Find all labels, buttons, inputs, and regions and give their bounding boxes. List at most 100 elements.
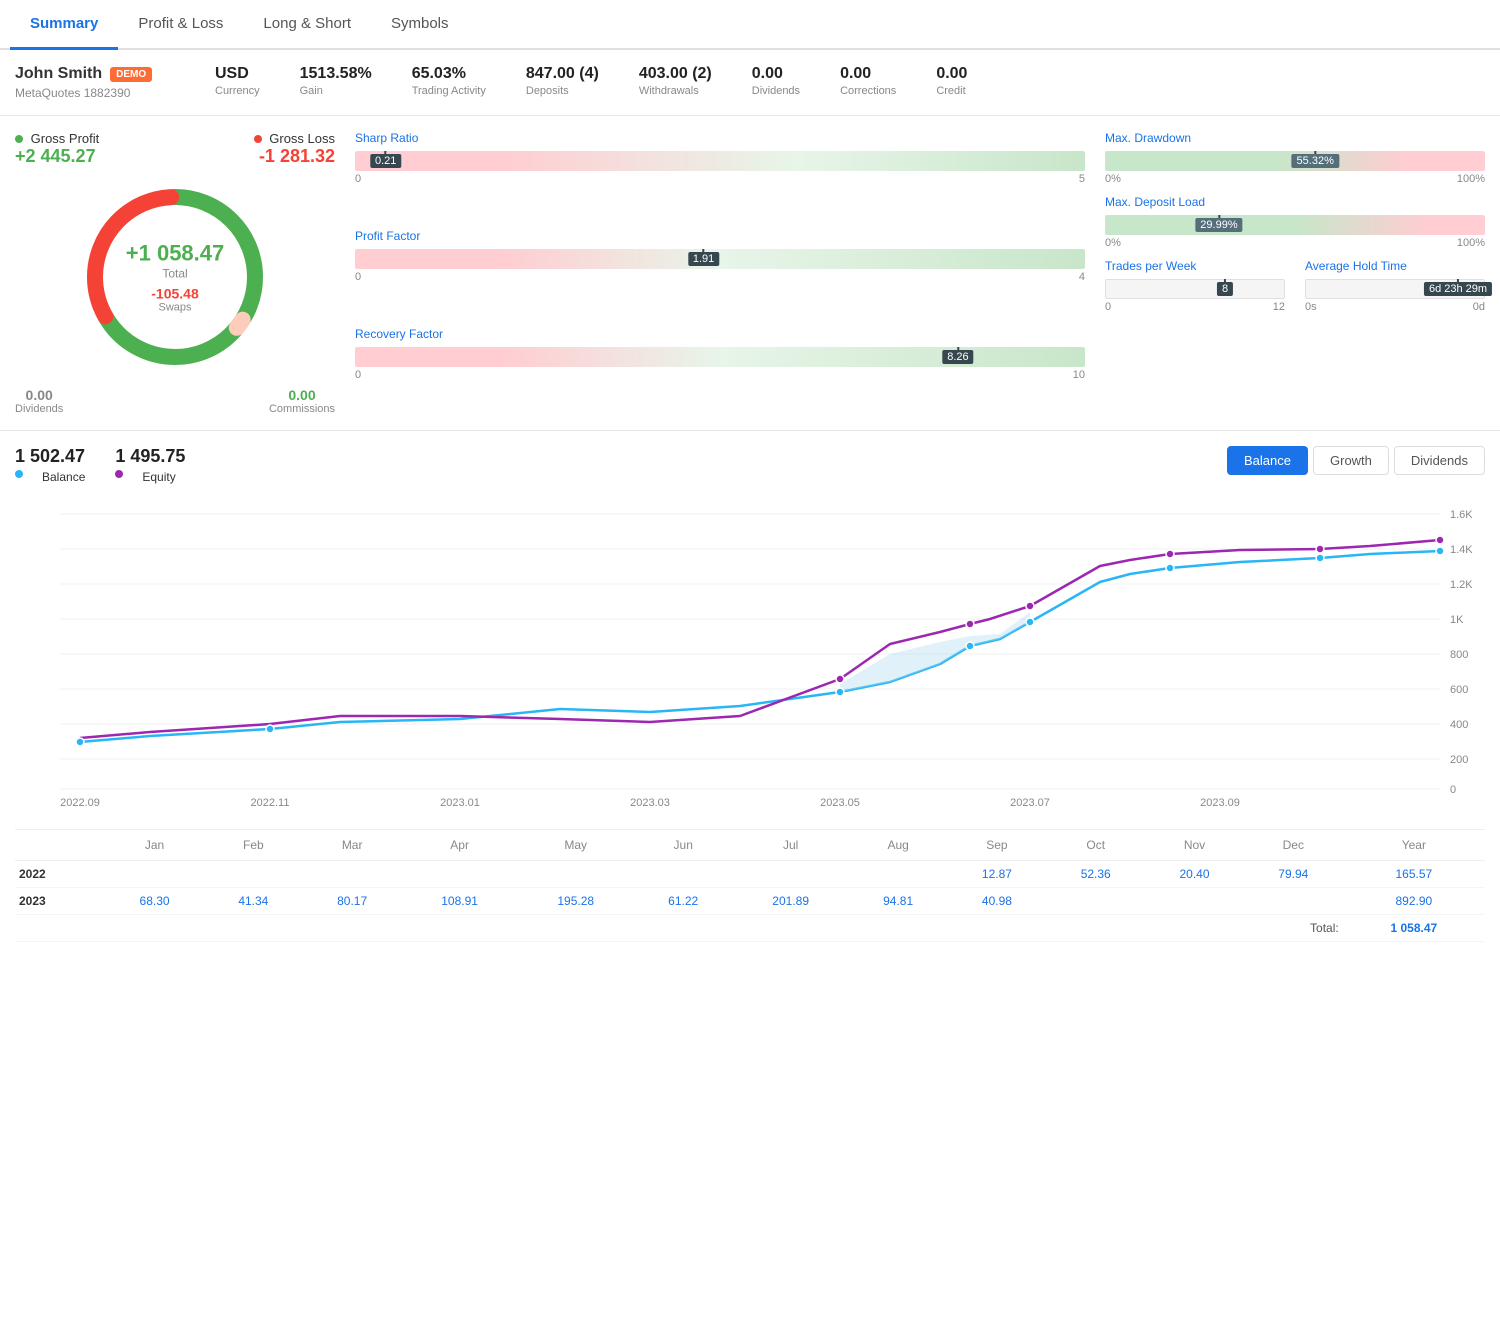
avg-hold-time-max: 0d [1473, 301, 1485, 313]
tab-profit-loss[interactable]: Profit & Loss [118, 0, 243, 50]
col-dec: Dec [1244, 830, 1343, 861]
trades-per-week-marker-value: 8 [1217, 282, 1233, 296]
2023-jul: 201.89 [733, 888, 849, 915]
col-nov: Nov [1145, 830, 1244, 861]
stat-withdrawals-label: Withdrawals [639, 85, 712, 97]
chart-balance-value: 1 502.47 [15, 446, 85, 467]
metrics-section: Sharp Ratio 0.21 0 5 Profit Factor 1.91 [355, 131, 1085, 415]
2022-jan [105, 861, 204, 888]
max-deposit-load-labels: 0% 100% [1105, 237, 1485, 249]
svg-text:600: 600 [1450, 684, 1468, 696]
profit-factor-min: 0 [355, 271, 361, 283]
2023-jan: 68.30 [105, 888, 204, 915]
chart-equity-legend: Equity [115, 470, 185, 484]
sharp-ratio-bar: 0.21 [355, 151, 1085, 171]
svg-text:1.2K: 1.2K [1450, 579, 1473, 591]
stat-gain-label: Gain [300, 85, 372, 97]
main-content: Gross Profit +2 445.27 Gross Loss -1 281… [0, 116, 1500, 431]
2023-apr: 108.91 [402, 888, 518, 915]
stat-credit: 0.00 Credit [936, 65, 967, 97]
chart-btn-growth[interactable]: Growth [1313, 446, 1389, 475]
max-drawdown-title: Max. Drawdown [1105, 131, 1485, 145]
tab-long-short[interactable]: Long & Short [243, 0, 371, 50]
2022-apr [402, 861, 518, 888]
chart-btn-dividends[interactable]: Dividends [1394, 446, 1485, 475]
stat-trading-activity: 65.03% Trading Activity [412, 65, 486, 97]
stat-gain-value: 1513.58% [300, 65, 372, 83]
svg-text:200: 200 [1450, 754, 1468, 766]
2023-jun: 61.22 [634, 888, 733, 915]
donut-swaps-value: -105.48 [126, 286, 224, 302]
stat-gain: 1513.58% Gain [300, 65, 372, 97]
2022-oct: 52.36 [1046, 861, 1145, 888]
2023-feb: 41.34 [204, 888, 303, 915]
equity-label: Equity [142, 470, 175, 484]
tab-symbols[interactable]: Symbols [371, 0, 469, 50]
2023-dec [1244, 888, 1343, 915]
2023-nov [1145, 888, 1244, 915]
user-name: John Smith DEMO [15, 65, 175, 83]
col-may: May [518, 830, 634, 861]
svg-text:1.4K: 1.4K [1450, 544, 1473, 556]
trades-per-week-title: Trades per Week [1105, 259, 1285, 273]
donut-section: Gross Profit +2 445.27 Gross Loss -1 281… [15, 131, 335, 415]
stat-corrections: 0.00 Corrections [840, 65, 896, 97]
col-year-total: Year [1343, 830, 1485, 861]
sharp-ratio-max: 5 [1079, 173, 1085, 185]
stat-withdrawals: 403.00 (2) Withdrawals [639, 65, 712, 97]
2022-feb [204, 861, 303, 888]
trades-per-week-bar: 8 [1105, 279, 1285, 299]
svg-text:400: 400 [1450, 719, 1468, 731]
avg-hold-time-min: 0s [1305, 301, 1317, 313]
profit-factor-max: 4 [1079, 271, 1085, 283]
donut-center: +1 058.47 Total -105.48 Swaps [126, 241, 224, 314]
recovery-factor-min: 0 [355, 369, 361, 381]
profit-factor-labels: 0 4 [355, 271, 1085, 283]
tab-summary[interactable]: Summary [10, 0, 118, 50]
2023-sep: 40.98 [948, 888, 1047, 915]
recovery-factor-bar: 8.26 [355, 347, 1085, 367]
chart-values: 1 502.47 Balance 1 495.75 Equity [15, 446, 185, 484]
max-drawdown-marker-value: 55.32% [1292, 154, 1339, 168]
sharp-ratio-marker-value: 0.21 [370, 154, 401, 168]
stat-currency: USD Currency [215, 65, 260, 97]
svg-text:800: 800 [1450, 649, 1468, 661]
svg-text:2023.07: 2023.07 [1010, 797, 1050, 809]
max-drawdown-max: 100% [1457, 173, 1485, 185]
2023-may: 195.28 [518, 888, 634, 915]
svg-text:2022.11: 2022.11 [251, 797, 290, 809]
stat-deposits: 847.00 (4) Deposits [526, 65, 599, 97]
total-label: Total: [15, 915, 1343, 942]
2023-aug: 94.81 [849, 888, 948, 915]
sharp-ratio-title: Sharp Ratio [355, 131, 1085, 145]
monthly-table-grid: Jan Feb Mar Apr May Jun Jul Aug Sep Oct … [15, 830, 1485, 942]
balance-chart-svg: 1.6K 1.4K 1.2K 1K 800 600 400 200 0 2022… [20, 494, 1480, 814]
svg-text:1K: 1K [1450, 614, 1464, 626]
recovery-factor-labels: 0 10 [355, 369, 1085, 381]
2022-may [518, 861, 634, 888]
gross-profit-dot [15, 135, 23, 143]
stat-trading-activity-value: 65.03% [412, 65, 486, 83]
gross-loss-label: Gross Loss -1 281.32 [254, 131, 335, 167]
sharp-ratio-marker: 0.21 [386, 151, 417, 171]
stat-deposits-label: Deposits [526, 85, 599, 97]
total-value: 1 058.47 [1343, 915, 1485, 942]
chart-buttons: Balance Growth Dividends [1227, 446, 1485, 475]
profit-factor-title: Profit Factor [355, 229, 1085, 243]
metric-max-drawdown: Max. Drawdown 55.32% 0% 100% [1105, 131, 1485, 185]
stat-credit-label: Credit [936, 85, 967, 97]
gross-loss-value: -1 281.32 [254, 146, 335, 167]
col-apr: Apr [402, 830, 518, 861]
2022-nov: 20.40 [1145, 861, 1244, 888]
chart-equity-item: 1 495.75 Equity [115, 446, 185, 484]
stat-dividends-label: Dividends [752, 85, 800, 97]
stat-corrections-label: Corrections [840, 85, 896, 97]
donut-bottom: 0.00 Dividends 0.00 Commissions [15, 387, 335, 415]
chart-btn-balance[interactable]: Balance [1227, 446, 1308, 475]
svg-text:1.6K: 1.6K [1450, 509, 1473, 521]
table-header-row: Jan Feb Mar Apr May Jun Jul Aug Sep Oct … [15, 830, 1485, 861]
recovery-factor-marker: 8.26 [958, 347, 989, 367]
2023-oct [1046, 888, 1145, 915]
stat-withdrawals-value: 403.00 (2) [639, 65, 712, 83]
col-year [15, 830, 105, 861]
